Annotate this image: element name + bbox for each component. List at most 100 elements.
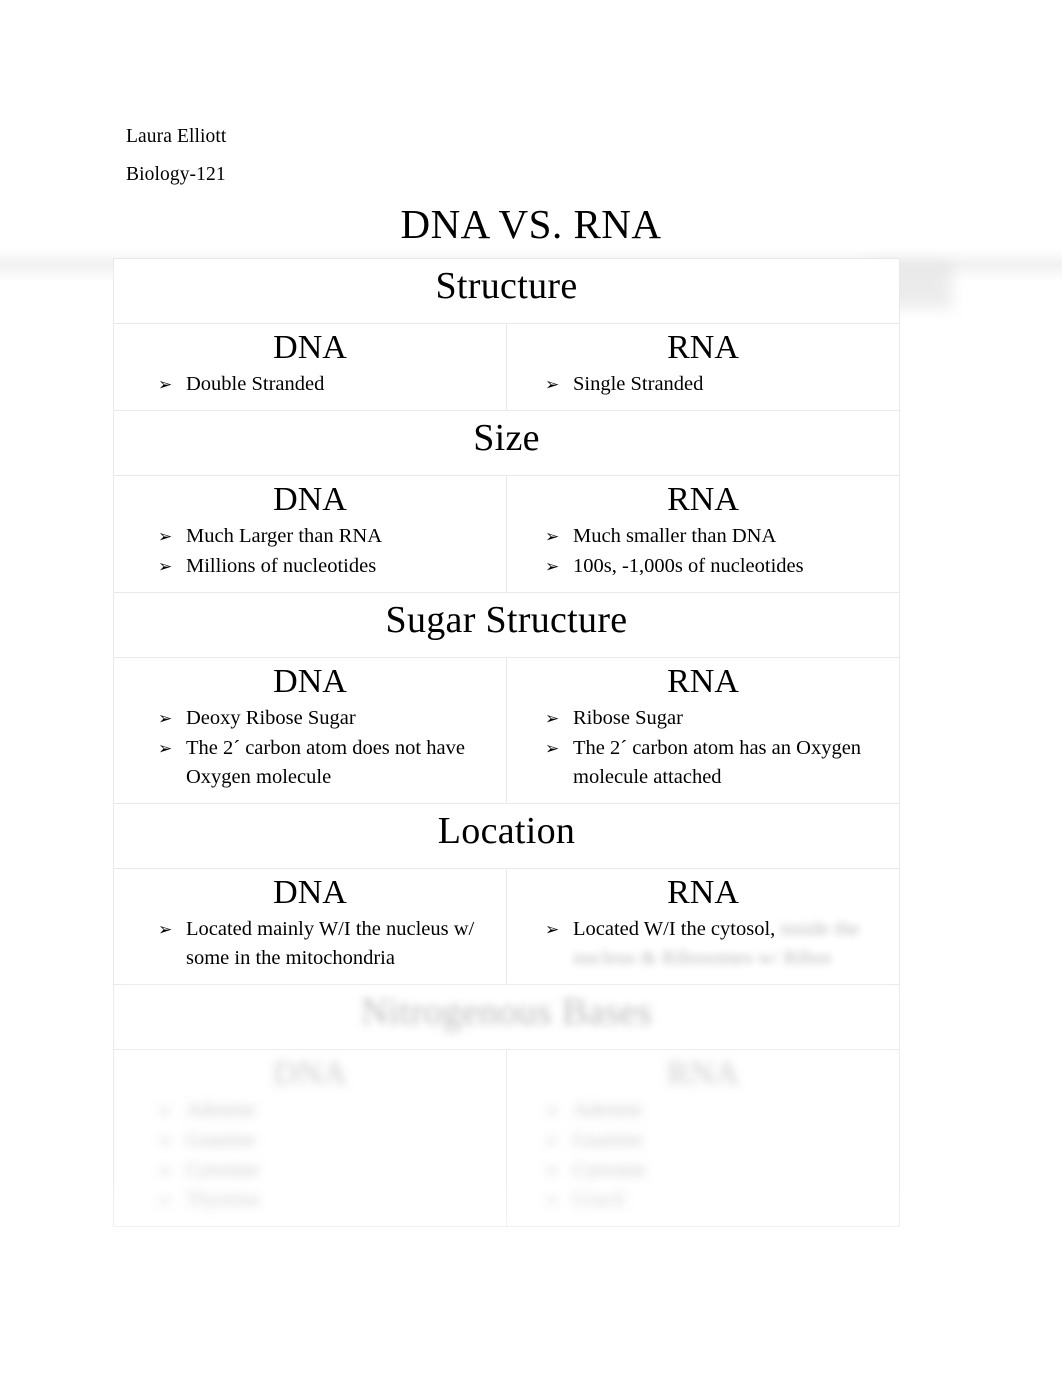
list-item-label: The 2´ carbon atom has an Oxygen molecul… <box>573 737 862 788</box>
dna-list-size: ➢ Much Larger than RNA ➢ Millions of nuc… <box>114 522 506 581</box>
table-row: DNA ➢ Located mainly W/I the nucleus w/ … <box>113 868 900 985</box>
list-item: ➢ The 2´ carbon atom does not have Oxyge… <box>158 734 492 792</box>
rna-list-sugar: ➢ Ribose Sugar ➢ The 2´ carbon atom has … <box>507 704 899 792</box>
column-header-dna-bases: DNA <box>273 1055 347 1092</box>
list-item: ➢ Located mainly W/I the nucleus w/ some… <box>158 915 492 973</box>
list-item: ➢ Located W/I the cytosol, inside the nu… <box>545 915 885 973</box>
course-label: Biology-121 <box>126 164 226 185</box>
list-item: ➢ Ribose Sugar <box>545 704 885 733</box>
section-heading-cell-size: Size <box>113 410 900 476</box>
list-item-label: Adenine <box>186 1099 256 1121</box>
section-heading-cell-structure: Structure <box>113 258 900 324</box>
arrow-bullet-icon: ➢ <box>545 557 560 576</box>
column-header-rna-location: RNA <box>667 874 739 911</box>
list-item-label: Deoxy Ribose Sugar <box>186 707 356 729</box>
rna-list-structure: ➢ Single Stranded <box>507 370 899 399</box>
table-row: DNA ➢ Adenine ➢ Guanine ➢ Cytosine ➢ Thy… <box>113 1049 900 1227</box>
column-header-rna-sugar: RNA <box>667 663 739 700</box>
list-item-label: Guanine <box>186 1129 256 1151</box>
list-item-label: Guanine <box>573 1129 643 1151</box>
arrow-bullet-icon: ➢ <box>158 1191 173 1210</box>
column-header-rna-structure: RNA <box>667 329 739 366</box>
list-item: ➢ Double Stranded <box>158 370 492 399</box>
list-item: ➢ Thymine <box>158 1186 492 1215</box>
list-item-label: 100s, -1,000s of nucleotides <box>573 555 804 577</box>
list-item: ➢ Cytosine <box>158 1156 492 1185</box>
table-row: DNA ➢ Much Larger than RNA ➢ Millions of… <box>113 475 900 593</box>
arrow-bullet-icon: ➢ <box>545 375 560 394</box>
table-row: DNA ➢ Deoxy Ribose Sugar ➢ The 2´ carbon… <box>113 657 900 804</box>
list-item-label: Located mainly W/I the nucleus w/ some i… <box>186 918 475 969</box>
dna-cell-nitrogenous-bases: DNA ➢ Adenine ➢ Guanine ➢ Cytosine ➢ Thy… <box>113 1049 507 1227</box>
arrow-bullet-icon: ➢ <box>545 920 560 939</box>
arrow-bullet-icon: ➢ <box>545 1191 560 1210</box>
section-heading-row: Nitrogenous Bases <box>113 984 900 1050</box>
column-header-dna-size: DNA <box>273 481 347 518</box>
rna-cell-nitrogenous-bases: RNA ➢ Adenine ➢ Guanine ➢ Cytosine ➢ Ura… <box>506 1049 900 1227</box>
list-item: ➢ Deoxy Ribose Sugar <box>158 704 492 733</box>
arrow-bullet-icon: ➢ <box>158 1101 173 1120</box>
section-title-nitrogenous-bases: Nitrogenous Bases <box>360 991 653 1033</box>
arrow-bullet-icon: ➢ <box>545 527 560 546</box>
arrow-bullet-icon: ➢ <box>545 1161 560 1180</box>
list-item: ➢ Single Stranded <box>545 370 885 399</box>
list-item: ➢ Adenine <box>158 1096 492 1125</box>
list-item-label: Millions of nucleotides <box>186 555 377 577</box>
arrow-bullet-icon: ➢ <box>158 1161 173 1180</box>
arrow-bullet-icon: ➢ <box>158 709 173 728</box>
rna-cell-location: RNA ➢ Located W/I the cytosol, inside th… <box>506 868 900 985</box>
rna-cell-size: RNA ➢ Much smaller than DNA ➢ 100s, -1,0… <box>506 475 900 593</box>
section-heading-cell-sugar-structure: Sugar Structure <box>113 592 900 658</box>
section-heading-row: Sugar Structure <box>113 592 900 658</box>
column-header-dna-location: DNA <box>273 874 347 911</box>
dna-list-sugar: ➢ Deoxy Ribose Sugar ➢ The 2´ carbon ato… <box>114 704 506 792</box>
list-item-label: Much smaller than DNA <box>573 525 777 547</box>
list-item: ➢ 100s, -1,000s of nucleotides <box>545 552 885 581</box>
column-header-rna-size: RNA <box>667 481 739 518</box>
section-title-sugar-structure: Sugar Structure <box>385 599 628 641</box>
author-name: Laura Elliott <box>126 126 227 147</box>
list-item-label: Adenine <box>573 1099 643 1121</box>
list-item-label: Single Stranded <box>573 373 704 395</box>
arrow-bullet-icon: ➢ <box>545 709 560 728</box>
list-item-label: Located W/I the cytosol, inside the nucl… <box>573 918 860 969</box>
section-title-structure: Structure <box>435 265 578 307</box>
section-title-location: Location <box>437 810 576 852</box>
list-item-label: Thymine <box>186 1189 261 1211</box>
section-heading-cell-location: Location <box>113 803 900 869</box>
dna-cell-structure: DNA ➢ Double Stranded <box>113 323 507 411</box>
section-heading-row: Structure <box>113 258 900 324</box>
page-title: DNA VS. RNA <box>400 201 662 247</box>
arrow-bullet-icon: ➢ <box>158 527 173 546</box>
dna-cell-location: DNA ➢ Located mainly W/I the nucleus w/ … <box>113 868 507 985</box>
arrow-bullet-icon: ➢ <box>158 920 173 939</box>
section-heading-row: Location <box>113 803 900 869</box>
rna-list-location: ➢ Located W/I the cytosol, inside the nu… <box>507 915 899 973</box>
list-item-label: Uracil <box>573 1189 625 1211</box>
column-header-dna-sugar: DNA <box>273 663 347 700</box>
dna-cell-sugar-structure: DNA ➢ Deoxy Ribose Sugar ➢ The 2´ carbon… <box>113 657 507 804</box>
list-item-label: The 2´ carbon atom does not have Oxygen … <box>186 737 465 788</box>
arrow-bullet-icon: ➢ <box>158 1131 173 1150</box>
list-item: ➢ Guanine <box>545 1126 885 1155</box>
arrow-bullet-icon: ➢ <box>545 1101 560 1120</box>
list-item: ➢ Much Larger than RNA <box>158 522 492 551</box>
list-item-label: Ribose Sugar <box>573 707 683 729</box>
list-item-label: Cytosine <box>186 1159 259 1181</box>
document-header: Laura Elliott Biology-121 <box>126 118 626 194</box>
document-page: Laura Elliott Biology-121 DNA VS. RNA St… <box>0 0 1062 1377</box>
section-title-size: Size <box>473 417 540 459</box>
list-item: ➢ Much smaller than DNA <box>545 522 885 551</box>
rna-cell-structure: RNA ➢ Single Stranded <box>506 323 900 411</box>
list-item: ➢ The 2´ carbon atom has an Oxygen molec… <box>545 734 885 792</box>
rna-cell-sugar-structure: RNA ➢ Ribose Sugar ➢ The 2´ carbon atom … <box>506 657 900 804</box>
list-item: ➢ Millions of nucleotides <box>158 552 492 581</box>
arrow-bullet-icon: ➢ <box>545 1131 560 1150</box>
list-item: ➢ Adenine <box>545 1096 885 1125</box>
dna-list-bases: ➢ Adenine ➢ Guanine ➢ Cytosine ➢ Thymine <box>114 1096 506 1215</box>
arrow-bullet-icon: ➢ <box>545 739 560 758</box>
column-header-dna-structure: DNA <box>273 329 347 366</box>
arrow-bullet-icon: ➢ <box>158 739 173 758</box>
dna-cell-size: DNA ➢ Much Larger than RNA ➢ Millions of… <box>113 475 507 593</box>
list-item-label: Double Stranded <box>186 373 325 395</box>
